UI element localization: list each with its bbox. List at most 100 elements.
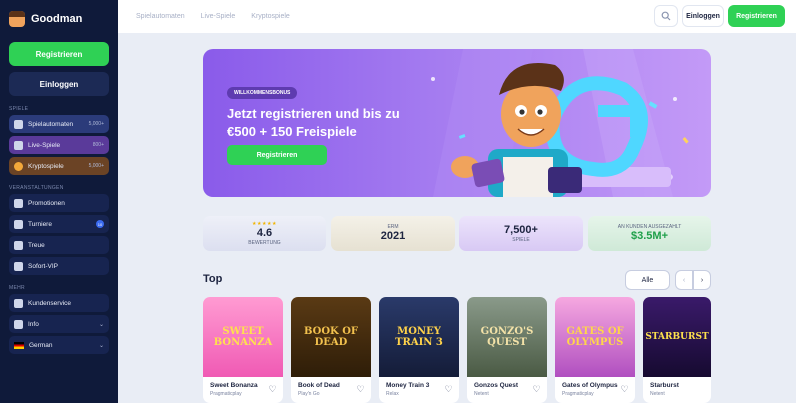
sidebar-item-count: 5,000+ [88, 121, 104, 127]
game-card-gates-of-olympus[interactable]: GATES OF OLYMPUS Gates of Olympus Pragma… [555, 297, 635, 403]
game-name: Sweet Bonanza [210, 382, 258, 389]
game-name: Gonzos Quest [474, 382, 519, 389]
game-card-book-of-dead[interactable]: BOOK OF DEAD Book of Dead Play'n Go ♡ [291, 297, 371, 403]
stat-rating: ★★★★★ 4.6 BEWERTUNG [203, 216, 326, 251]
trophy-icon [14, 219, 23, 229]
game-thumbnail: BOOK OF DEAD [291, 297, 371, 377]
sidebar-item-label: German [29, 341, 53, 349]
search-icon [661, 11, 671, 21]
topnav-link-slots[interactable]: Spielautomaten [136, 13, 185, 20]
game-provider: Pragmaticplay [562, 391, 594, 397]
rating-label: BEWERTUNG [248, 240, 281, 246]
sidebar-item-crypto[interactable]: Kryptospiele 5,000+ [9, 157, 109, 175]
game-thumbnail: GONZO'S QUEST [467, 297, 547, 377]
favorite-heart-icon[interactable]: ♡ [355, 384, 366, 395]
games-count: 7,500+ [504, 224, 538, 236]
search-button[interactable] [654, 5, 678, 27]
game-thumbnail: GATES OF OLYMPUS [555, 297, 635, 377]
game-card-starburst[interactable]: STARBURST Starburst Netent [643, 297, 711, 403]
carousel-next-button[interactable]: › [693, 270, 711, 290]
paid-out-value: $3.5M+ [631, 230, 668, 242]
sidebar-item-language[interactable]: German ⌄ [9, 336, 109, 354]
sidebar-item-label: Turniere [28, 220, 52, 228]
live-cards-icon [14, 140, 23, 150]
topbar-register-button[interactable]: Registrieren [728, 5, 785, 27]
topnav-link-live[interactable]: Live-Spiele [201, 13, 236, 20]
game-name: Money Train 3 [386, 382, 430, 389]
sidebar-item-info[interactable]: Info ⌄ [9, 315, 109, 333]
sidebar-item-count: 800+ [92, 142, 104, 148]
sidebar-register-button[interactable]: Registrieren [9, 42, 109, 66]
games-label: SPIELE [512, 237, 530, 243]
hero-title: Jetzt registrieren und bis zu €500 + 150… [227, 106, 400, 139]
rating-value: 4.6 [256, 227, 273, 239]
sidebar-item-loyalty[interactable]: Treue [9, 236, 109, 254]
game-provider: Play'n Go [298, 391, 320, 397]
favorite-heart-icon[interactable]: ♡ [267, 384, 278, 395]
carousel-prev-button[interactable]: ‹ [675, 270, 693, 290]
chevron-down-icon: ⌄ [98, 342, 104, 349]
game-name: Starburst [650, 382, 679, 389]
game-name: Book of Dead [298, 382, 340, 389]
favorite-heart-icon[interactable]: ♡ [531, 384, 542, 395]
chevron-down-icon: ⌄ [98, 321, 104, 328]
loyalty-icon [14, 240, 23, 250]
top-section-title: Top [203, 273, 223, 285]
sidebar-item-label: Spielautomaten [28, 120, 74, 128]
established-year: 2021 [380, 230, 406, 242]
favorite-heart-icon[interactable]: ♡ [619, 384, 630, 395]
top-navigation: Spielautomaten Live-Spiele Kryptospiele … [118, 0, 796, 33]
game-provider: Relax [386, 391, 399, 397]
sidebar: Goodman Registrieren Einloggen SPIELE Sp… [0, 0, 118, 403]
game-card-gonzos-quest[interactable]: GONZO'S QUEST Gonzos Quest Netent ♡ [467, 297, 547, 403]
hero-register-button[interactable]: Registrieren [227, 145, 327, 165]
sidebar-login-button[interactable]: Einloggen [9, 72, 109, 96]
sidebar-item-live[interactable]: Live-Spiele 800+ [9, 136, 109, 154]
section-title-more: MEHR [9, 285, 25, 291]
sidebar-item-promotions[interactable]: Promotionen [9, 194, 109, 212]
sidebar-item-slots[interactable]: Spielautomaten 5,000+ [9, 115, 109, 133]
welcome-bonus-banner[interactable]: WILLKOMMENSBONUS Jetzt registrieren und … [203, 49, 711, 197]
game-thumbnail: MONEY TRAIN 3 [379, 297, 459, 377]
section-title-games: SPIELE [9, 106, 29, 112]
topnav-link-crypto[interactable]: Kryptospiele [251, 13, 290, 20]
sidebar-item-label: Kundenservice [28, 299, 71, 307]
sidebar-item-tournaments[interactable]: Turniere 10 [9, 215, 109, 233]
sidebar-item-label: Live-Spiele [28, 141, 61, 149]
view-all-button[interactable]: Alle [625, 270, 670, 290]
brand-logo[interactable]: Goodman [9, 8, 109, 30]
game-provider: Pragmaticplay [210, 391, 242, 397]
stat-games: 7,500+ SPIELE [459, 216, 583, 251]
info-icon [14, 319, 23, 329]
game-thumbnail: SWEET BONANZA [203, 297, 283, 377]
game-provider: Netent [650, 391, 665, 397]
sidebar-item-label: Promotionen [28, 199, 65, 207]
vip-icon [14, 261, 23, 271]
gift-icon [14, 198, 23, 208]
stat-established: ERM 2021 [331, 216, 455, 251]
sidebar-item-label: Sofort-VIP [28, 262, 58, 270]
game-card-sweet-bonanza[interactable]: SWEET BONANZA Sweet Bonanza Pragmaticpla… [203, 297, 283, 403]
section-title-events: VERANSTALTUNGEN [9, 185, 64, 191]
game-provider: Netent [474, 391, 489, 397]
brand-name: Goodman [31, 13, 83, 25]
sidebar-item-support[interactable]: Kundenservice [9, 294, 109, 312]
support-icon [14, 298, 23, 308]
sidebar-item-count: 5,000+ [88, 163, 104, 169]
tournament-count-badge: 10 [96, 220, 104, 228]
sidebar-item-label: Treue [28, 241, 45, 249]
sidebar-item-label: Info [28, 320, 39, 328]
slots-icon [14, 119, 23, 129]
game-card-money-train-3[interactable]: MONEY TRAIN 3 Money Train 3 Relax ♡ [379, 297, 459, 403]
german-flag-icon [14, 341, 24, 349]
brand-mascot-icon [9, 11, 25, 27]
topbar-login-button[interactable]: Einloggen [682, 5, 724, 27]
favorite-heart-icon[interactable]: ♡ [443, 384, 454, 395]
sidebar-item-label: Kryptospiele [28, 162, 64, 170]
stat-paid-out: AN KUNDEN AUSGEZAHLT $3.5M+ [588, 216, 711, 251]
sidebar-item-instant-vip[interactable]: Sofort-VIP [9, 257, 109, 275]
game-name: Gates of Olympus [562, 382, 618, 389]
welcome-bonus-badge: WILLKOMMENSBONUS [227, 87, 298, 99]
game-thumbnail: STARBURST [643, 297, 711, 377]
bitcoin-icon [14, 161, 23, 171]
